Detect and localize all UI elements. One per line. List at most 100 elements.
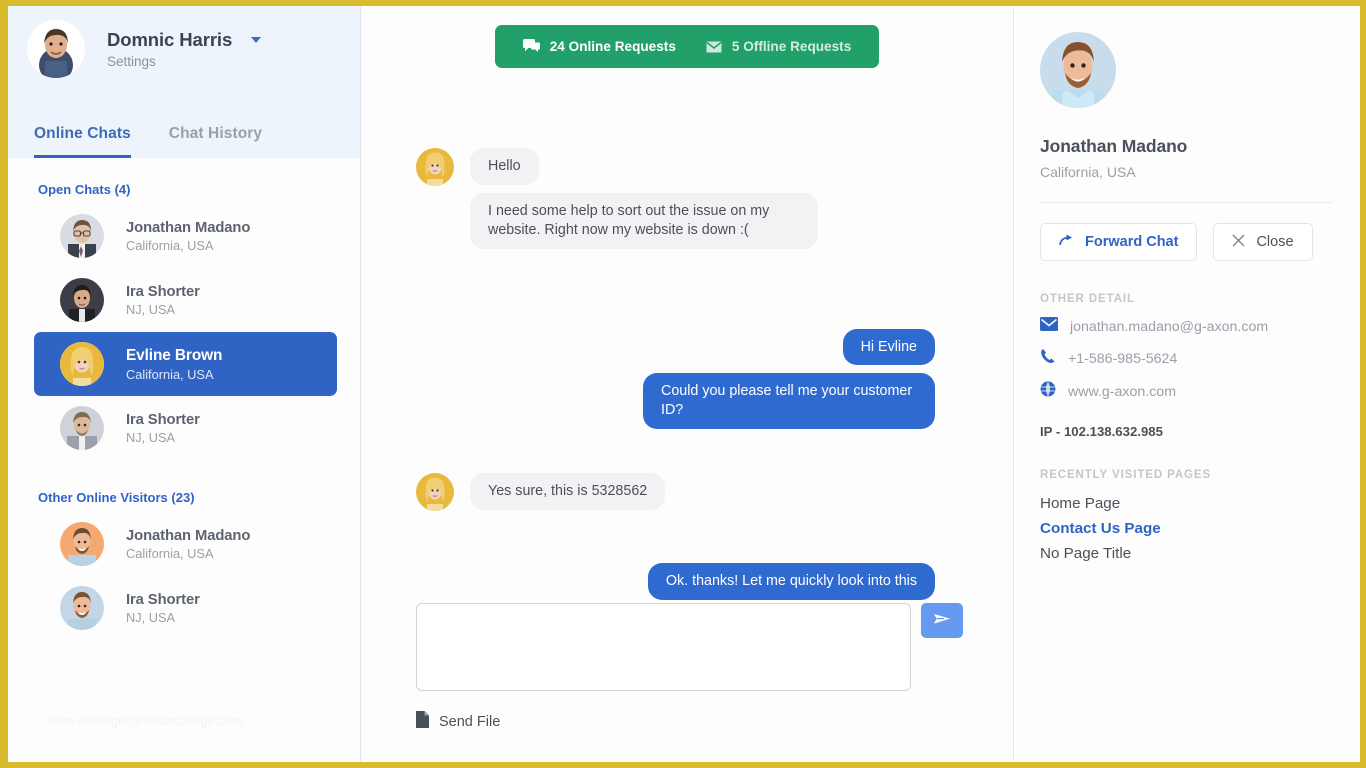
app-window: Domnic Harris Settings Online Chats Chat… — [8, 6, 1360, 762]
list-item[interactable]: Jonathan Madano California, USA — [34, 204, 337, 268]
avatar-image — [416, 148, 454, 186]
tab-online-chats[interactable]: Online Chats — [34, 125, 131, 158]
message-avatar — [416, 473, 454, 511]
list-item-name: Jonathan Madano — [126, 220, 250, 236]
recent-page-no-title[interactable]: No Page Title — [1040, 545, 1332, 562]
current-user-row[interactable]: Domnic Harris Settings — [8, 6, 360, 78]
current-user-name: Domnic Harris — [107, 29, 232, 51]
contact-detail-panel: Jonathan Madano California, USA Forward … — [1014, 6, 1360, 762]
online-requests-item[interactable]: 24 Online Requests — [523, 39, 676, 54]
chat-bubbles-icon — [523, 39, 540, 54]
detail-email-value: jonathan.madano@g-axon.com — [1070, 319, 1268, 335]
send-button[interactable] — [921, 603, 963, 638]
sidebar: Domnic Harris Settings Online Chats Chat… — [8, 6, 361, 762]
avatar-image — [60, 342, 104, 386]
envelope-icon — [706, 41, 722, 53]
watermark-text: www.heritagechristiancollege.com — [48, 714, 243, 728]
message-bubble: Could you please tell me your customer I… — [643, 373, 935, 429]
avatar-image — [416, 473, 454, 511]
list-item[interactable]: Ira Shorter NJ, USA — [34, 396, 337, 460]
offline-requests-label: 5 Offline Requests — [732, 39, 851, 54]
list-item[interactable]: Ira Shorter NJ, USA — [34, 576, 337, 640]
message-input[interactable] — [416, 603, 911, 691]
current-user-meta: Domnic Harris Settings — [107, 29, 261, 69]
recent-page-home[interactable]: Home Page — [1040, 495, 1332, 512]
contact-actions: Forward Chat Close — [1040, 223, 1332, 261]
forward-chat-button[interactable]: Forward Chat — [1040, 223, 1197, 261]
close-chat-label: Close — [1256, 234, 1293, 250]
recent-page-contact-us[interactable]: Contact Us Page — [1040, 520, 1332, 537]
detail-website-value: www.g-axon.com — [1068, 384, 1176, 400]
message-bubble: Hello — [470, 148, 539, 185]
message-group-incoming: Hello I need some help to sort out the i… — [416, 148, 963, 249]
send-paper-plane-icon — [933, 611, 951, 630]
message-bubbles: Ok. thanks! Let me quickly look into thi… — [617, 537, 963, 600]
message-group-outgoing: Hi Evline Could you please tell me your … — [416, 303, 963, 430]
requests-banner-wrap: 24 Online Requests 5 Offline Requests — [361, 6, 1013, 68]
list-item-meta: Ira Shorter NJ, USA — [126, 592, 200, 625]
avatar — [60, 586, 104, 630]
sidebar-header: Domnic Harris Settings Online Chats Chat… — [8, 6, 360, 158]
message-avatar — [416, 148, 454, 186]
list-item-name: Ira Shorter — [126, 592, 200, 608]
send-file-button[interactable]: Send File — [416, 711, 963, 732]
list-item-location: NJ, USA — [126, 430, 200, 445]
current-user-avatar — [27, 20, 85, 78]
chevron-down-icon[interactable] — [251, 37, 261, 43]
message-bubble: Yes sure, this is 5328562 — [470, 473, 665, 510]
list-item[interactable]: Jonathan Madano California, USA — [34, 512, 337, 576]
composer: Send File — [361, 603, 1013, 762]
contact-location: California, USA — [1040, 164, 1332, 180]
sidebar-tabs: Online Chats Chat History — [34, 125, 262, 158]
message-bubbles: Hi Evline Could you please tell me your … — [617, 303, 963, 430]
close-x-icon — [1232, 234, 1245, 251]
message-bubbles: Yes sure, this is 5328562 — [470, 473, 665, 510]
composer-row — [416, 603, 963, 691]
avatar — [60, 522, 104, 566]
avatar — [60, 214, 104, 258]
close-chat-button[interactable]: Close — [1213, 223, 1312, 261]
avatar-image — [60, 278, 104, 322]
avatar-image — [27, 20, 85, 78]
list-item-selected[interactable]: Evline Brown California, USA — [34, 332, 337, 396]
contact-avatar — [1040, 32, 1116, 108]
globe-icon — [1040, 381, 1056, 402]
list-item-location: NJ, USA — [126, 302, 200, 317]
list-item-meta: Ira Shorter NJ, USA — [126, 412, 200, 445]
tab-chat-history[interactable]: Chat History — [169, 125, 262, 158]
divider — [1040, 202, 1332, 203]
settings-link[interactable]: Settings — [107, 54, 261, 69]
forward-chat-label: Forward Chat — [1085, 234, 1178, 250]
message-bubbles: Hello I need some help to sort out the i… — [470, 148, 818, 249]
list-item-meta: Evline Brown California, USA — [126, 347, 222, 382]
avatar — [60, 342, 104, 386]
list-item[interactable]: Ira Shorter NJ, USA — [34, 268, 337, 332]
list-item-meta: Ira Shorter NJ, USA — [126, 284, 200, 317]
list-item-location: California, USA — [126, 546, 250, 561]
list-item-name: Jonathan Madano — [126, 528, 250, 544]
detail-email[interactable]: jonathan.madano@g-axon.com — [1040, 317, 1332, 336]
forward-arrow-icon — [1059, 234, 1074, 251]
avatar — [60, 406, 104, 450]
send-file-label: Send File — [439, 714, 500, 730]
avatar-image — [1040, 32, 1116, 108]
detail-website[interactable]: www.g-axon.com — [1040, 381, 1332, 402]
detail-phone-value: +1-586-985-5624 — [1068, 351, 1177, 367]
list-item-location: NJ, USA — [126, 610, 200, 625]
group-title-open-chats: Open Chats (4) — [8, 158, 360, 204]
offline-requests-item[interactable]: 5 Offline Requests — [706, 39, 851, 54]
list-item-location: California, USA — [126, 367, 222, 382]
file-icon — [416, 711, 429, 732]
message-bubble: Ok. thanks! Let me quickly look into thi… — [648, 563, 935, 600]
avatar-image — [60, 214, 104, 258]
sidebar-body: Open Chats (4) J — [8, 158, 360, 762]
list-item-location: California, USA — [126, 238, 250, 253]
avatar-image — [60, 586, 104, 630]
message-bubble: Hi Evline — [843, 329, 935, 366]
group-title-other-visitors: Other Online Visitors (23) — [8, 460, 360, 512]
other-detail-label: OTHER DETAIL — [1040, 293, 1332, 305]
message-group-outgoing: Ok. thanks! Let me quickly look into thi… — [416, 537, 963, 600]
detail-phone[interactable]: +1-586-985-5624 — [1040, 348, 1332, 369]
list-item-name: Ira Shorter — [126, 412, 200, 428]
envelope-icon — [1040, 317, 1058, 336]
